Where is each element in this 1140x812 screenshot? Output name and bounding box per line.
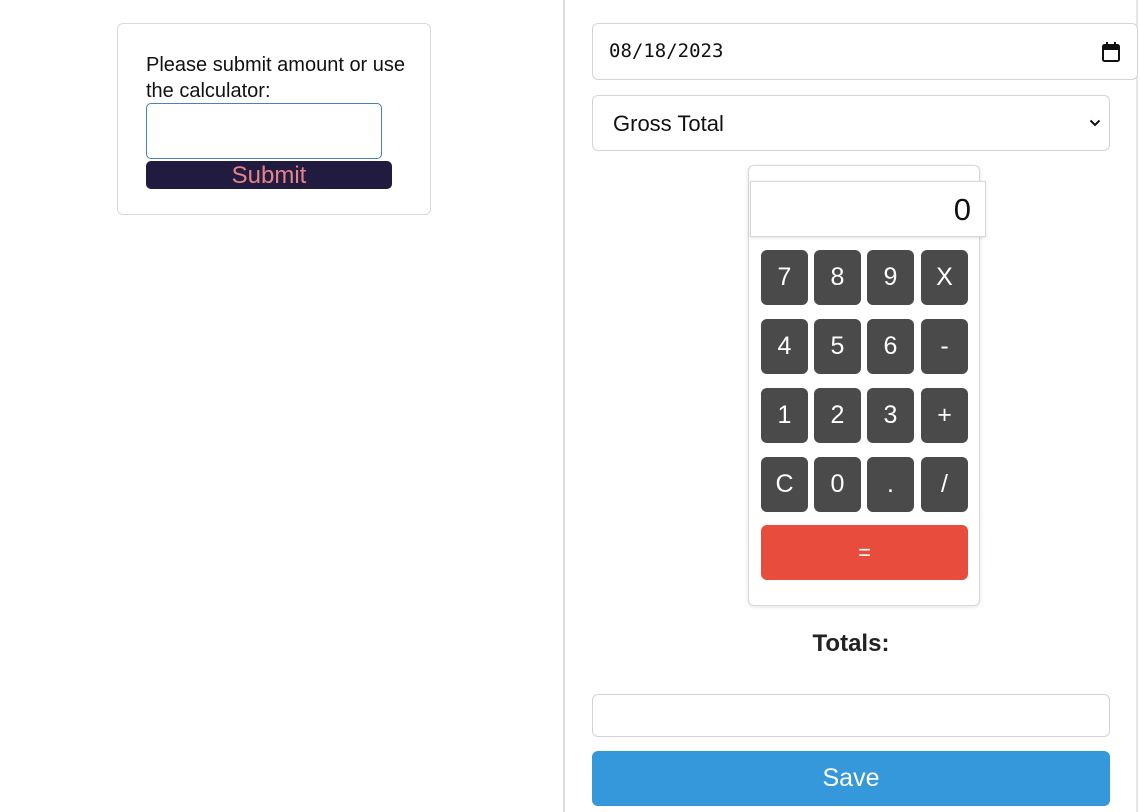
page: Please submit amount or use the calculat… [0,0,1140,812]
calc-key-7[interactable]: 7 [761,250,808,305]
right-edge-border [1136,0,1138,812]
calculator-display: 0 [750,181,986,237]
calc-key-divide[interactable]: / [921,457,968,512]
calc-key-clear[interactable]: C [761,457,808,512]
calc-equals-button[interactable]: = [761,525,968,580]
submit-amount-card: Please submit amount or use the calculat… [117,23,431,215]
date-input[interactable]: 08/18/2023 [592,23,1138,80]
total-type-select[interactable]: Gross Total [592,95,1110,151]
calc-key-multiply[interactable]: X [921,250,968,305]
calc-key-9[interactable]: 9 [867,250,914,305]
calc-key-decimal[interactable]: . [867,457,914,512]
select-value: Gross Total [613,111,724,136]
calc-key-4[interactable]: 4 [761,319,808,374]
calc-key-5[interactable]: 5 [814,319,861,374]
submit-button[interactable]: Submit [146,161,392,189]
date-value: 08/18/2023 [609,40,724,62]
calc-key-0[interactable]: 0 [814,457,861,512]
calc-key-2[interactable]: 2 [814,388,861,443]
calc-key-8[interactable]: 8 [814,250,861,305]
calendar-icon[interactable] [1102,42,1120,62]
calculator: 0 7 8 9 X 4 5 6 - 1 2 3 + C 0 . / = [748,165,986,606]
calc-key-subtract[interactable]: - [921,319,968,374]
calc-key-add[interactable]: + [921,388,968,443]
chevron-down-icon [1089,119,1101,127]
calc-key-1[interactable]: 1 [761,388,808,443]
amount-input[interactable] [146,103,382,159]
submit-prompt: Please submit amount or use the calculat… [146,54,406,102]
totals-label: Totals: [812,630,890,657]
save-button[interactable]: Save [592,751,1110,806]
calc-key-6[interactable]: 6 [867,319,914,374]
calc-key-3[interactable]: 3 [867,388,914,443]
totals-field[interactable] [592,694,1110,737]
panel-divider [563,0,565,812]
